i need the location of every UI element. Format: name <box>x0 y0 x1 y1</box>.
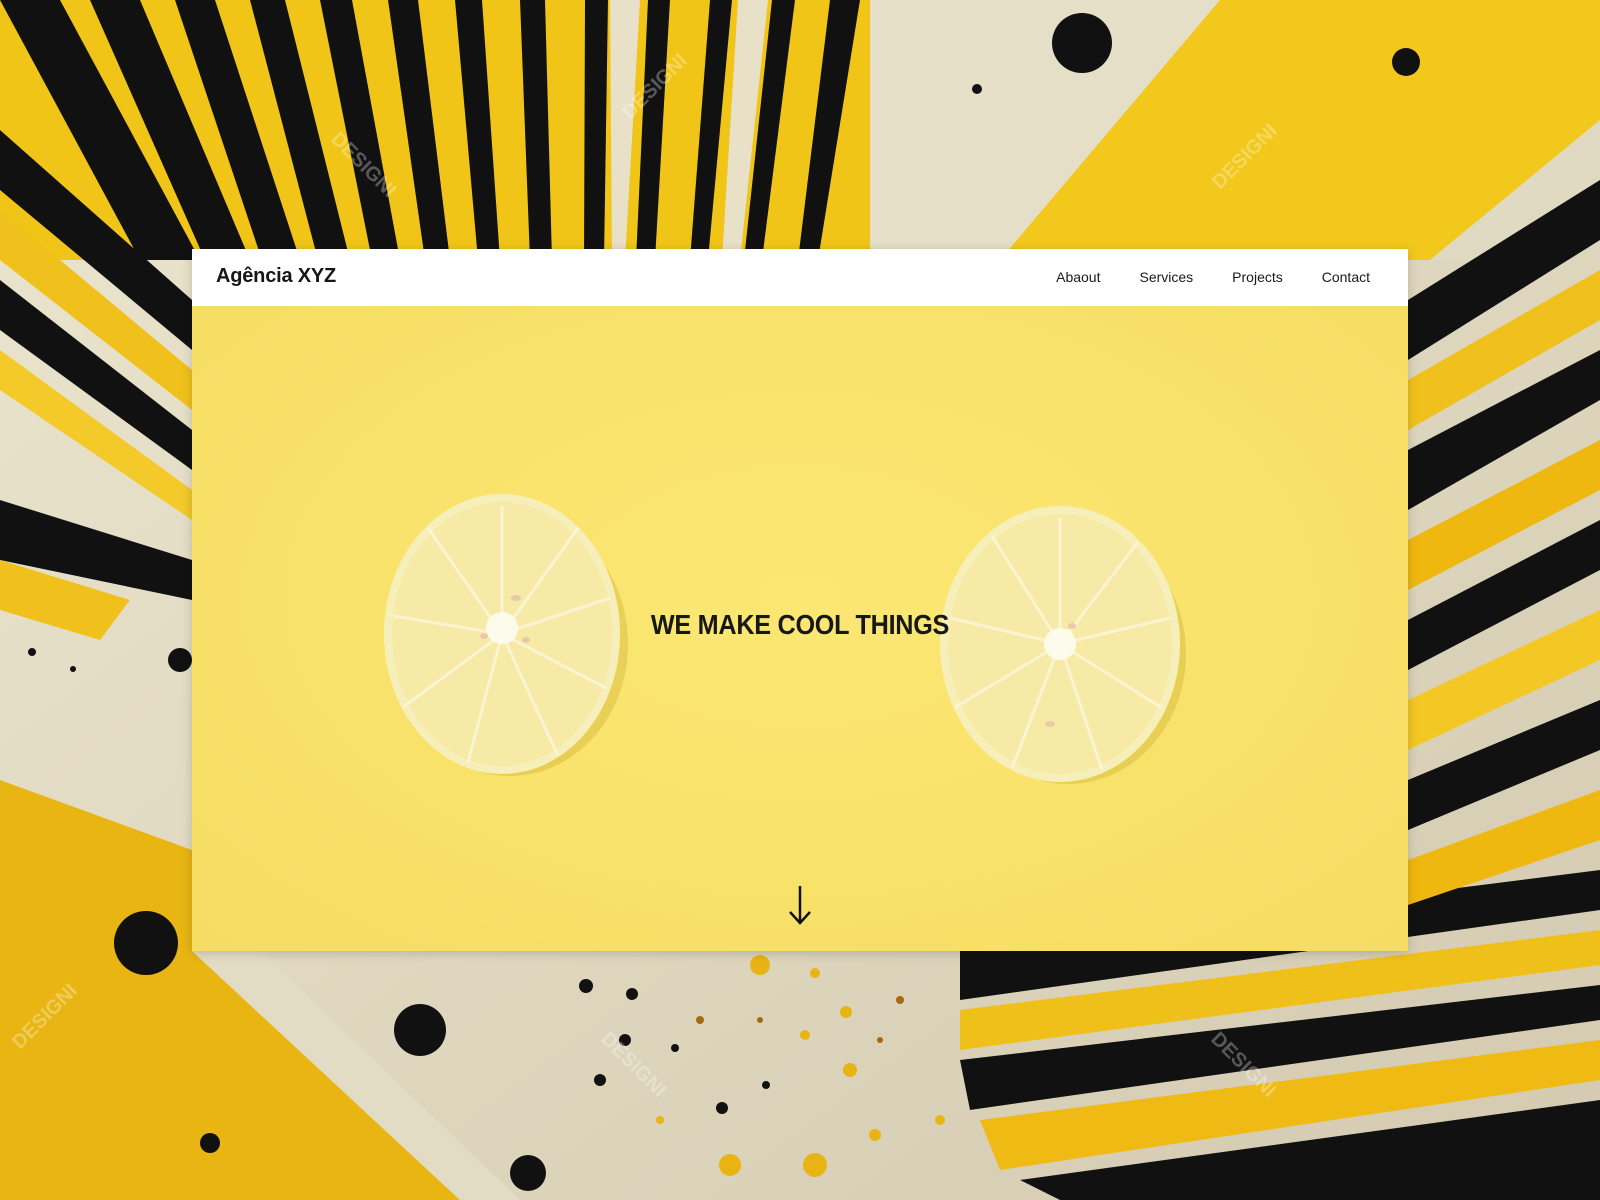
navbar: Agência XYZ Abaout Services Projects Con… <box>192 249 1408 306</box>
nav-link-projects[interactable]: Projects <box>1232 269 1283 285</box>
nav-link-services[interactable]: Services <box>1139 269 1193 285</box>
nav-link-about[interactable]: Abaout <box>1056 269 1100 285</box>
hero-headline: WE MAKE COOL THINGS <box>650 609 950 640</box>
brand-logo[interactable]: Agência XYZ <box>216 265 336 288</box>
hero-section: WE MAKE COOL THINGS <box>192 306 1408 951</box>
nav-menu: Abaout Services Projects Contact <box>1056 269 1370 285</box>
nav-link-contact[interactable]: Contact <box>1322 269 1370 285</box>
website-mockup: Agência XYZ Abaout Services Projects Con… <box>192 249 1408 951</box>
top-stripes <box>0 0 880 260</box>
lemon-slice-right-image <box>940 506 1186 784</box>
arrow-down-icon[interactable] <box>775 880 825 930</box>
